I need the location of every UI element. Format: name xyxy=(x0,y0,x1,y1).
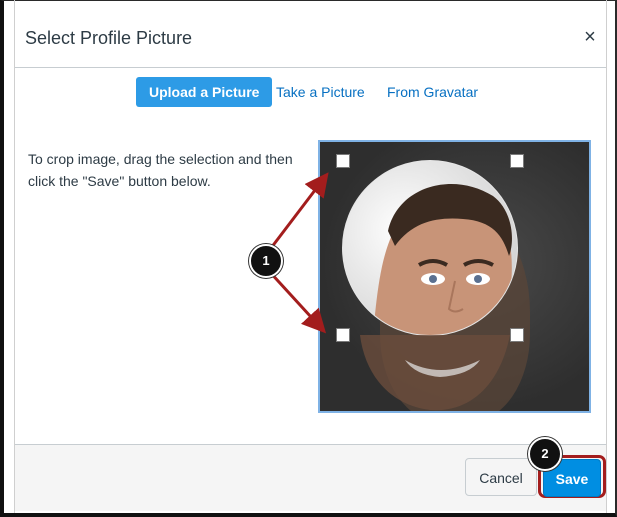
annotation-marker-2: 2 xyxy=(528,437,562,471)
cancel-button[interactable]: Cancel xyxy=(465,458,537,496)
annotation-arrows xyxy=(266,172,329,334)
annotation-marker-1: 1 xyxy=(249,244,283,278)
